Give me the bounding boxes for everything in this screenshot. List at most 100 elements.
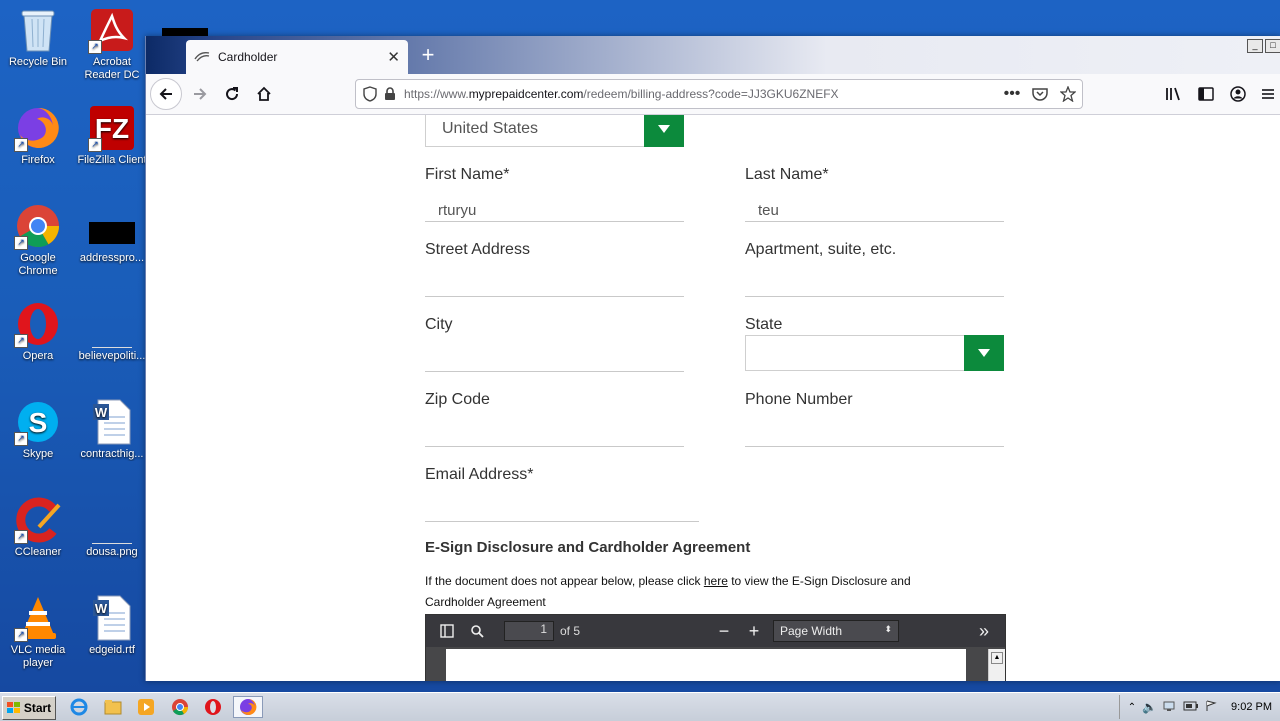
sidebar-button[interactable] bbox=[1190, 78, 1222, 110]
svg-text:W: W bbox=[95, 601, 108, 616]
zip-code-field[interactable] bbox=[425, 421, 684, 447]
zoom-out-icon[interactable]: − bbox=[709, 619, 739, 643]
state-label: State bbox=[745, 316, 783, 333]
desktop-icon-acrobat[interactable]: ↗ Acrobat Reader DC bbox=[74, 6, 150, 82]
desktop-icon-skype[interactable]: S ↗ Skype bbox=[0, 398, 76, 461]
desktop-icon-ccleaner[interactable]: ↗ CCleaner bbox=[0, 496, 76, 559]
windows-logo-icon bbox=[6, 702, 21, 714]
forward-arrow-icon bbox=[194, 88, 207, 100]
account-icon bbox=[1230, 86, 1246, 102]
action-center-flag-icon[interactable] bbox=[1205, 700, 1217, 715]
page-number-input[interactable]: 1 bbox=[504, 621, 554, 641]
url-text[interactable]: https://www.myprepaidcenter.com/redeem/b… bbox=[404, 87, 998, 101]
word-document-icon: W bbox=[88, 594, 136, 642]
taskbar: Start ⌃ 🔈 9:02 PM bbox=[0, 692, 1280, 721]
phone-number-label: Phone Number bbox=[745, 391, 853, 408]
clock[interactable]: 9:02 PM bbox=[1231, 701, 1272, 713]
explorer-taskbar-icon[interactable] bbox=[100, 696, 126, 718]
title-bar: Cardholder ✕ + _ □ bbox=[146, 36, 1280, 74]
window-controls: _ □ bbox=[1247, 39, 1280, 53]
pdf-page bbox=[446, 649, 966, 681]
page-content: United States First Name* rturyu Last Na… bbox=[146, 115, 1280, 681]
pdf-search-icon[interactable] bbox=[462, 619, 492, 643]
speaker-icon[interactable]: 🔈 bbox=[1142, 700, 1157, 714]
page-actions-icon[interactable]: ••• bbox=[998, 80, 1026, 108]
firefox-taskbar-icon[interactable] bbox=[233, 696, 263, 718]
phone-number-field[interactable] bbox=[745, 421, 1004, 447]
file-icon bbox=[88, 202, 136, 250]
library-button[interactable] bbox=[1158, 78, 1190, 110]
start-button[interactable]: Start bbox=[2, 696, 56, 720]
new-tab-button[interactable]: + bbox=[416, 44, 440, 68]
esign-heading: E-Sign Disclosure and Cardholder Agreeme… bbox=[425, 539, 751, 556]
firefox-window: Cardholder ✕ + _ □ https://www.myprepaid… bbox=[145, 36, 1280, 681]
apartment-field[interactable] bbox=[745, 271, 1004, 297]
desktop-icon-chrome[interactable]: ↗ Google Chrome bbox=[0, 202, 76, 278]
home-icon bbox=[257, 86, 271, 101]
first-name-field[interactable]: rturyu bbox=[425, 196, 684, 222]
toggle-sidebar-icon[interactable] bbox=[432, 619, 462, 643]
zoom-select[interactable]: Page Width ⬍ bbox=[773, 620, 899, 642]
esign-here-link[interactable]: here bbox=[704, 574, 728, 588]
network-icon[interactable] bbox=[1163, 700, 1177, 715]
home-button[interactable] bbox=[248, 78, 280, 110]
site-favicon-icon bbox=[194, 51, 210, 63]
chrome-taskbar-icon[interactable] bbox=[167, 696, 193, 718]
close-tab-icon[interactable]: ✕ bbox=[387, 48, 400, 66]
image-file-icon bbox=[88, 496, 136, 544]
ie-taskbar-icon[interactable] bbox=[66, 696, 92, 718]
reload-button[interactable] bbox=[216, 78, 248, 110]
url-domain: myprepaidcenter.com bbox=[468, 87, 584, 101]
maximize-button[interactable]: □ bbox=[1265, 39, 1280, 53]
street-address-field[interactable] bbox=[425, 271, 684, 297]
minimize-button[interactable]: _ bbox=[1247, 39, 1263, 53]
shield-icon[interactable] bbox=[356, 80, 384, 108]
desktop-icon-filezilla[interactable]: FZ ↗ FileZilla Client bbox=[74, 104, 150, 167]
country-value: United States bbox=[442, 120, 539, 137]
country-dropdown-button[interactable] bbox=[644, 115, 684, 147]
desktop-icon-dousa[interactable]: dousa.png bbox=[74, 496, 150, 559]
state-select[interactable] bbox=[745, 335, 1004, 371]
email-address-label: Email Address* bbox=[425, 466, 534, 483]
show-hidden-icons-icon[interactable]: ⌃ bbox=[1128, 702, 1136, 713]
tab-cardholder[interactable]: Cardholder ✕ bbox=[186, 40, 408, 74]
country-select[interactable]: United States bbox=[425, 115, 684, 147]
zoom-in-icon[interactable]: + bbox=[739, 619, 769, 643]
account-button[interactable] bbox=[1222, 78, 1254, 110]
scroll-up-icon[interactable]: ▲ bbox=[991, 652, 1003, 664]
city-field[interactable] bbox=[425, 346, 684, 372]
desktop-icon-firefox[interactable]: ↗ Firefox bbox=[0, 104, 76, 167]
email-address-field[interactable] bbox=[425, 496, 699, 522]
ccleaner-icon: ↗ bbox=[14, 496, 62, 544]
recycle-bin-icon bbox=[14, 6, 62, 54]
menu-button[interactable] bbox=[1256, 78, 1280, 110]
desktop-icon-addresspro[interactable]: addresspro... bbox=[74, 202, 150, 265]
desktop-icon-opera[interactable]: ↗ Opera bbox=[0, 300, 76, 363]
last-name-field[interactable]: teu bbox=[745, 196, 1004, 222]
opera-taskbar-icon[interactable] bbox=[200, 696, 226, 718]
tools-double-chevron-icon[interactable]: » bbox=[969, 619, 999, 643]
desktop-icon-recycle-bin[interactable]: Recycle Bin bbox=[0, 6, 76, 69]
pdf-toolbar: 1 of 5 − + Page Width ⬍ » bbox=[426, 615, 1005, 647]
desktop-icon-edgeid[interactable]: W edgeid.rtf bbox=[74, 594, 150, 657]
acrobat-icon: ↗ bbox=[88, 6, 136, 54]
bookmark-star-icon[interactable] bbox=[1054, 80, 1082, 108]
forward-button[interactable] bbox=[184, 78, 216, 110]
updown-arrows-icon: ⬍ bbox=[884, 624, 892, 634]
back-button[interactable] bbox=[150, 78, 182, 110]
desktop-icon-contracthig[interactable]: W contracthig... bbox=[74, 398, 150, 461]
state-dropdown-button[interactable] bbox=[964, 335, 1004, 371]
apartment-label: Apartment, suite, etc. bbox=[745, 241, 897, 258]
desktop-icon-believepoliti[interactable]: believepoliti... bbox=[74, 300, 150, 363]
lock-icon[interactable] bbox=[384, 87, 396, 101]
pdf-scrollbar[interactable]: ▲ bbox=[988, 649, 1005, 681]
pocket-icon[interactable] bbox=[1026, 80, 1054, 108]
desktop-icon-vlc[interactable]: ↗ VLC media player bbox=[0, 594, 76, 670]
zip-code-label: Zip Code bbox=[425, 391, 490, 408]
url-bar[interactable]: https://www.myprepaidcenter.com/redeem/b… bbox=[355, 79, 1083, 109]
street-address-label: Street Address bbox=[425, 241, 530, 258]
media-player-taskbar-icon[interactable] bbox=[133, 696, 159, 718]
battery-icon[interactable] bbox=[1183, 700, 1199, 714]
svg-text:S: S bbox=[29, 407, 48, 438]
svg-text:W: W bbox=[95, 405, 108, 420]
